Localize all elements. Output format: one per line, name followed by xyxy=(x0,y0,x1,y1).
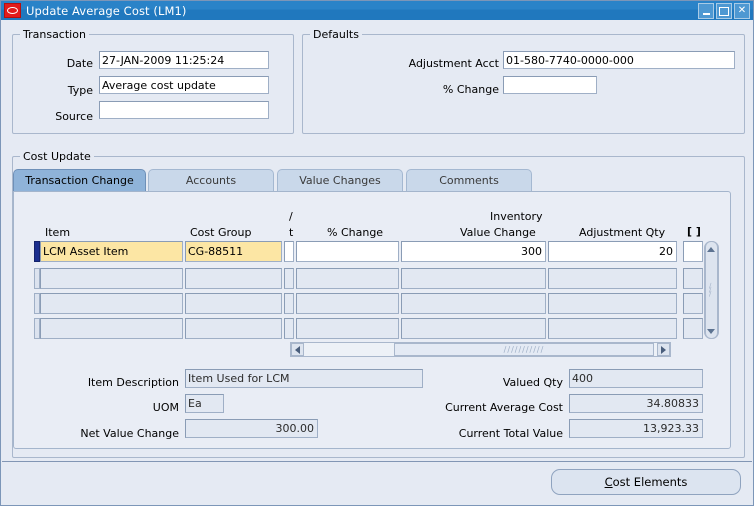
cell-cost-group[interactable] xyxy=(185,318,282,339)
tab-comments-label: Comments xyxy=(439,174,499,187)
scroll-down-icon[interactable] xyxy=(707,329,715,334)
transaction-legend: Transaction xyxy=(20,28,89,41)
valued-qty-label: Valued Qty xyxy=(399,376,563,389)
column-header-adjustment-qty: Adjustment Qty xyxy=(579,226,665,239)
date-label: Date xyxy=(21,57,93,70)
scrollbar-grip-icon: ∕∕∕∕∕∕∕∕∕∕∕ xyxy=(504,345,545,354)
minimize-button[interactable] xyxy=(698,3,714,19)
current-total-value-field: 13,923.33 xyxy=(569,419,703,438)
cell-flexfield[interactable] xyxy=(683,268,703,289)
cell-item[interactable] xyxy=(40,268,183,289)
cell-item[interactable] xyxy=(40,318,183,339)
column-header-value-change: Value Change xyxy=(460,226,536,239)
cell-value-change[interactable] xyxy=(401,268,546,289)
column-header-pct-change: % Change xyxy=(327,226,383,239)
cost-elements-label: ost Elements xyxy=(613,475,688,489)
cell-clipped[interactable] xyxy=(284,241,294,262)
net-value-change-label: Net Value Change xyxy=(49,427,179,440)
valued-qty-field: 400 xyxy=(569,369,703,388)
cell-adjustment-qty[interactable] xyxy=(548,318,677,339)
pct-change-default-label: % Change xyxy=(331,83,499,96)
window-controls: ✕ xyxy=(698,3,750,19)
application-window: Update Average Cost (LM1) ✕ Transaction … xyxy=(0,0,754,506)
scroll-right-icon xyxy=(661,346,666,354)
scroll-right-button[interactable] xyxy=(657,343,670,356)
cell-adjustment-qty[interactable]: 20 xyxy=(548,241,677,262)
column-header-item: Item xyxy=(45,226,70,239)
cell-pct-change[interactable] xyxy=(296,293,399,314)
source-field[interactable] xyxy=(99,101,269,119)
cell-flexfield[interactable] xyxy=(683,318,703,339)
column-header-cost-group: Cost Group xyxy=(190,226,251,239)
cell-clipped[interactable] xyxy=(284,268,294,289)
cost-elements-mnemonic: C xyxy=(605,475,613,489)
maximize-button[interactable] xyxy=(716,3,732,19)
defaults-legend: Defaults xyxy=(310,28,362,41)
tab-accounts[interactable]: Accounts xyxy=(148,169,274,191)
window-title: Update Average Cost (LM1) xyxy=(26,4,187,18)
cell-pct-change[interactable] xyxy=(296,318,399,339)
scroll-up-icon[interactable] xyxy=(707,247,715,252)
tab-transaction-change-label: Transaction Change xyxy=(25,174,134,187)
tab-value-changes-label: Value Changes xyxy=(299,174,381,187)
uom-field: Ea xyxy=(185,394,224,413)
footer-separator xyxy=(2,461,752,462)
uom-label: UOM xyxy=(49,401,179,414)
cell-value-change[interactable] xyxy=(401,293,546,314)
vertical-scrollbar-thumb[interactable] xyxy=(705,241,718,339)
pct-change-default-field[interactable] xyxy=(503,76,597,94)
cost-elements-button[interactable]: Cost Elements xyxy=(551,469,741,495)
scrollbar-grip-icon: ∕∕∕ xyxy=(709,284,711,296)
close-button[interactable]: ✕ xyxy=(734,3,750,19)
net-value-change-field: 300.00 xyxy=(185,419,318,438)
cell-value-change[interactable]: 300 xyxy=(401,241,546,262)
column-header-clipped-top: / xyxy=(289,210,293,223)
adjustment-acct-label: Adjustment Acct xyxy=(331,57,499,70)
cell-clipped[interactable] xyxy=(284,318,294,339)
tab-accounts-label: Accounts xyxy=(186,174,236,187)
column-header-inventory: Inventory xyxy=(490,210,543,223)
cell-cost-group[interactable] xyxy=(185,268,282,289)
tab-comments[interactable]: Comments xyxy=(406,169,532,191)
cell-item[interactable] xyxy=(40,293,183,314)
tab-value-changes[interactable]: Value Changes xyxy=(277,169,403,191)
tab-transaction-change[interactable]: Transaction Change xyxy=(13,169,146,191)
cell-pct-change[interactable] xyxy=(296,241,399,262)
adjustment-acct-field[interactable]: 01-580-7740-0000-000 xyxy=(503,51,735,69)
grid-horizontal-scrollbar[interactable]: ∕∕∕∕∕∕∕∕∕∕∕ xyxy=(290,342,671,357)
item-description-label: Item Description xyxy=(49,376,179,389)
cell-flexfield[interactable] xyxy=(683,293,703,314)
type-field[interactable]: Average cost update xyxy=(99,76,269,94)
current-average-cost-field: 34.80833 xyxy=(569,394,703,413)
close-icon: ✕ xyxy=(738,6,746,16)
current-total-value-label: Current Total Value xyxy=(399,427,563,440)
scroll-left-button[interactable] xyxy=(291,343,304,356)
cost-update-legend: Cost Update xyxy=(20,150,94,163)
column-header-clipped-bottom: t xyxy=(289,226,293,239)
oracle-logo-icon xyxy=(4,3,21,18)
cell-adjustment-qty[interactable] xyxy=(548,293,677,314)
current-average-cost-label: Current Average Cost xyxy=(399,401,563,414)
cell-clipped[interactable] xyxy=(284,293,294,314)
cell-item[interactable]: LCM Asset Item xyxy=(40,241,183,262)
cell-value-change[interactable] xyxy=(401,318,546,339)
date-field[interactable]: 27-JAN-2009 11:25:24 xyxy=(99,51,269,69)
cell-cost-group[interactable]: CG-88511 xyxy=(185,241,282,262)
item-description-field: Item Used for LCM xyxy=(185,369,423,388)
cell-flexfield[interactable] xyxy=(683,241,703,262)
grid-vertical-scrollbar[interactable]: ∕∕∕ xyxy=(704,241,719,339)
type-label: Type xyxy=(21,84,93,97)
scroll-left-icon xyxy=(295,346,300,354)
horizontal-scrollbar-thumb[interactable]: ∕∕∕∕∕∕∕∕∕∕∕ xyxy=(394,343,654,356)
column-header-flexfield: [ ] xyxy=(687,225,701,238)
cell-adjustment-qty[interactable] xyxy=(548,268,677,289)
cell-cost-group[interactable] xyxy=(185,293,282,314)
cell-pct-change[interactable] xyxy=(296,268,399,289)
source-label: Source xyxy=(21,110,93,123)
title-bar[interactable]: Update Average Cost (LM1) ✕ xyxy=(1,1,753,20)
